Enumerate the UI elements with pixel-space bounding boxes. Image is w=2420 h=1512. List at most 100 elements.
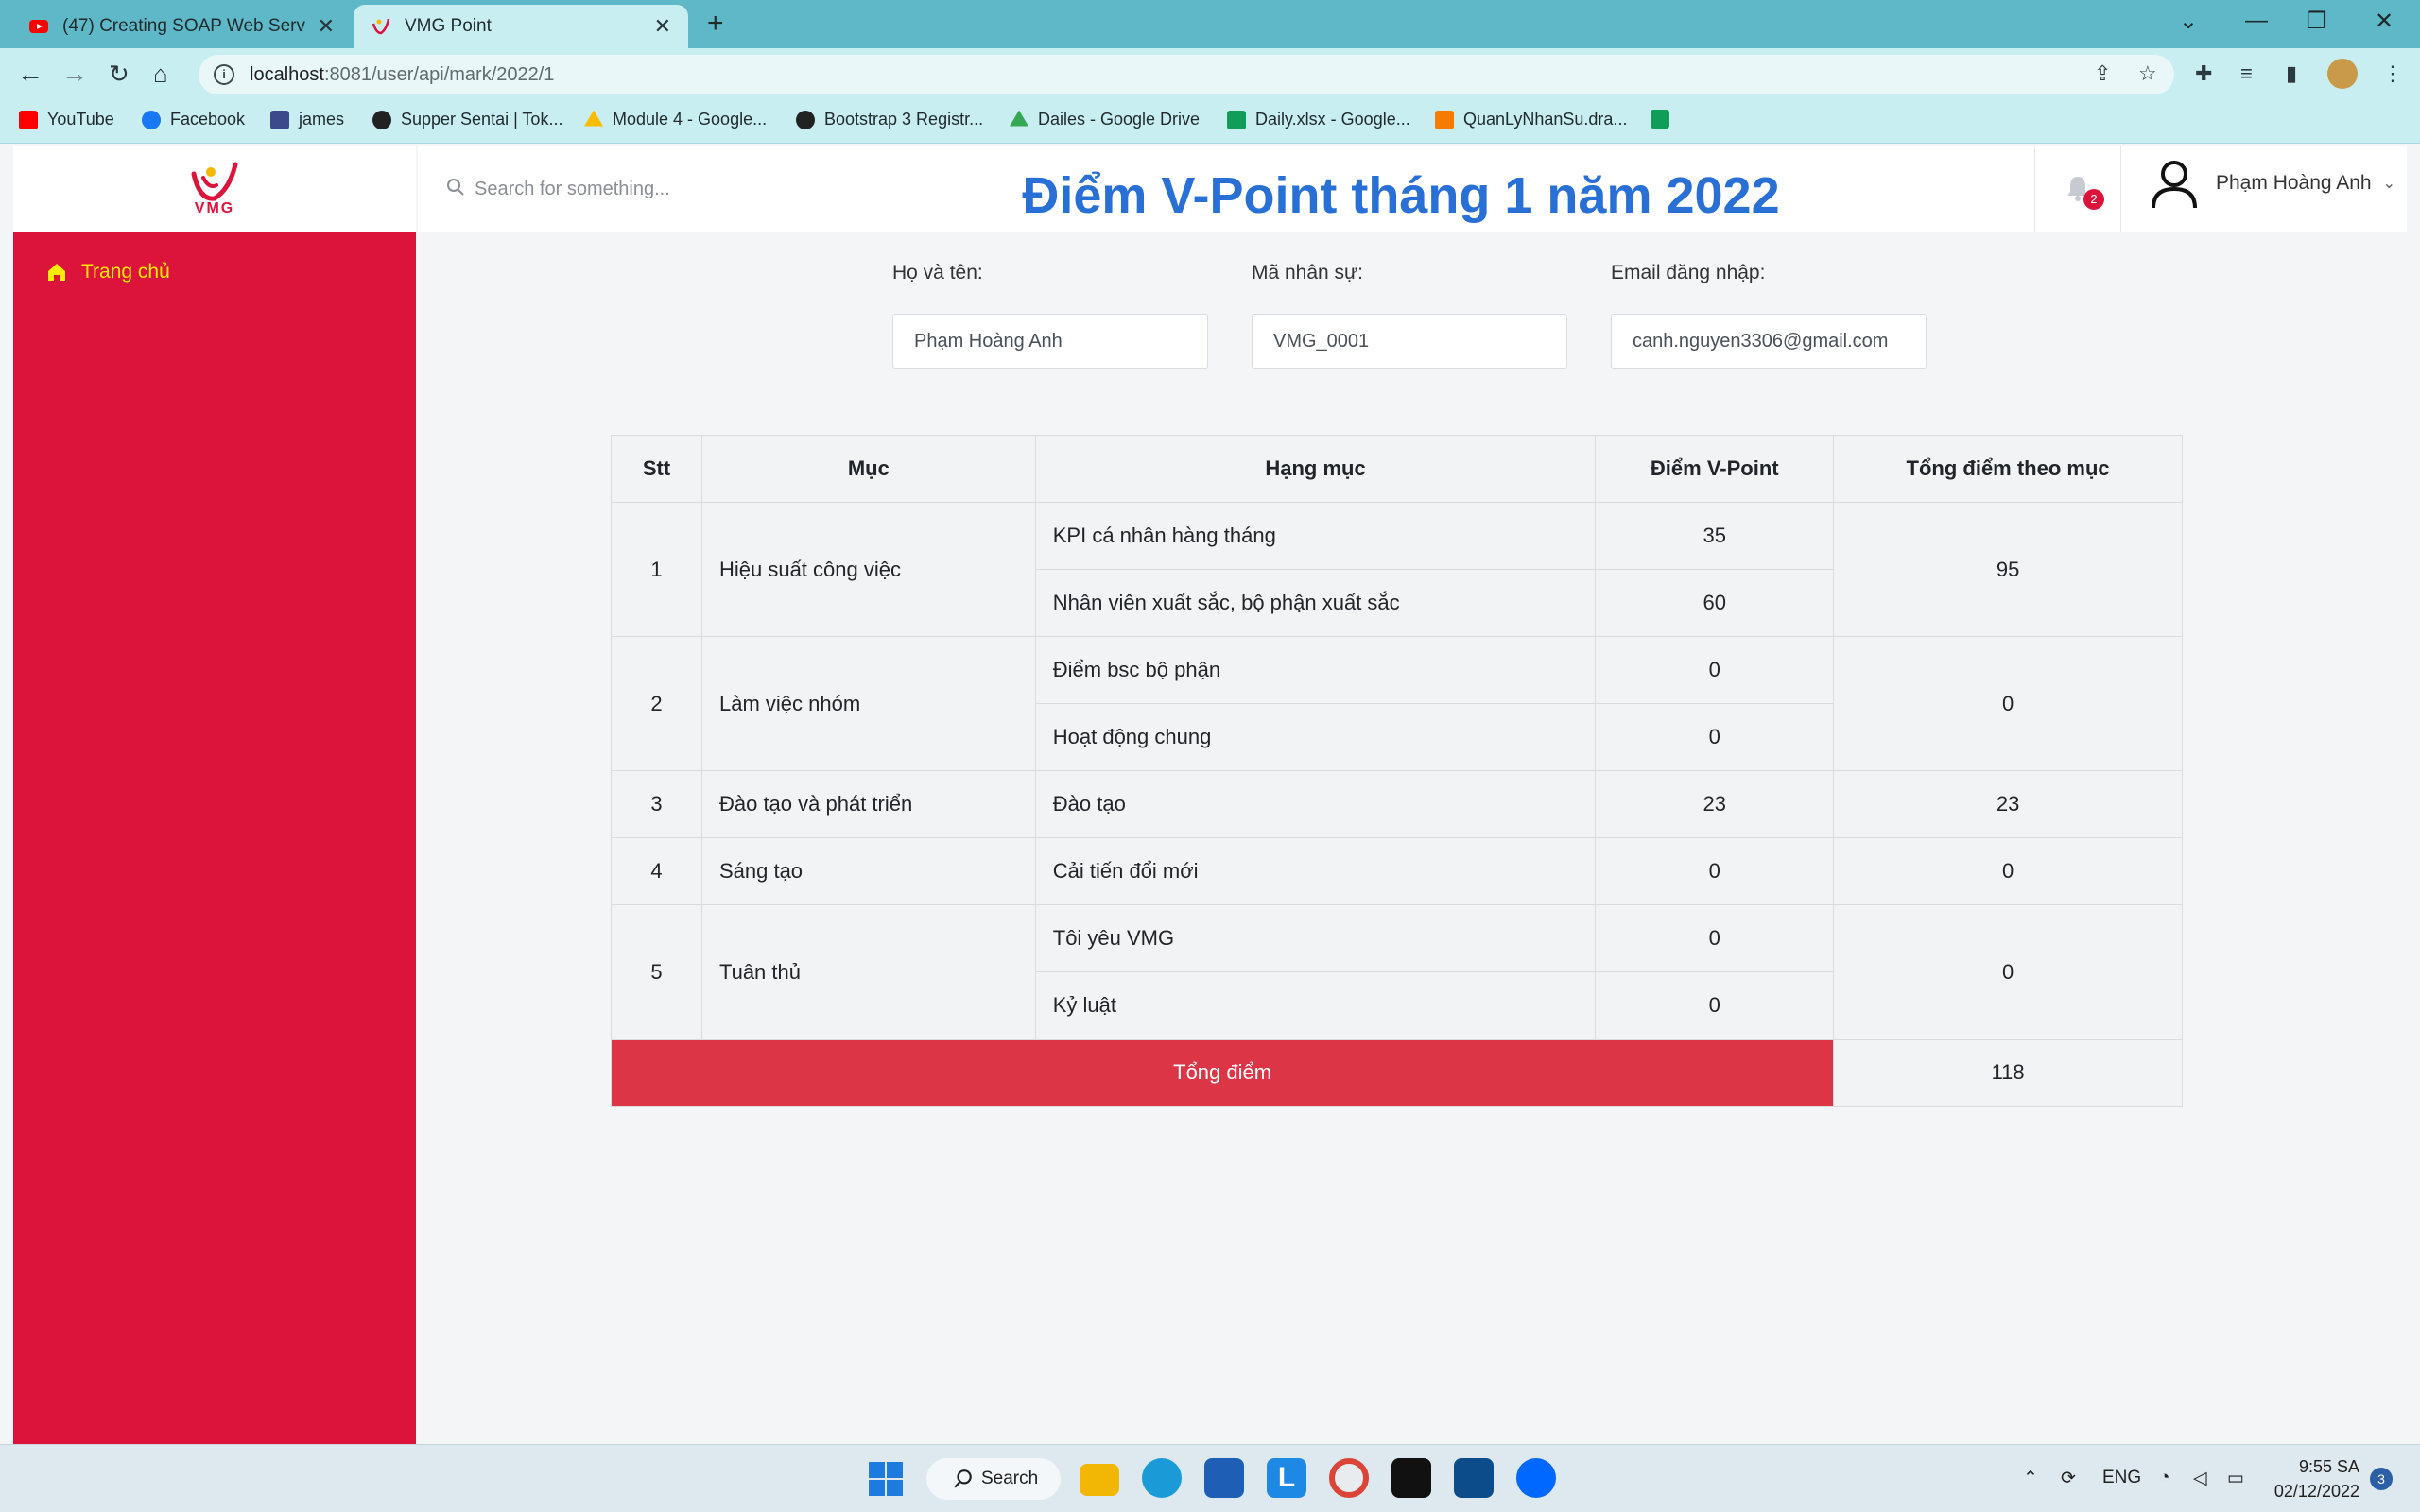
bookmark-quanlynhansu[interactable]: QuanLyNhanSu.dra... — [1435, 110, 1627, 129]
cell-hang-muc: Tôi yêu VMG — [1034, 904, 1597, 972]
site-info-icon[interactable]: i — [214, 64, 234, 85]
tab-title: (47) Creating SOAP Web Service — [62, 16, 306, 36]
bookmark-module4[interactable]: Module 4 - Google... — [584, 110, 767, 129]
table-row: 1 Hiệu suất công việc KPI cá nhân hàng t… — [611, 502, 2183, 637]
webstorm-icon[interactable] — [1454, 1458, 1494, 1498]
address-bar[interactable]: i localhost:8081/user/api/mark/2022/1 — [199, 55, 2174, 94]
vmg-logo-icon — [191, 162, 238, 201]
browser-toolbar: ← → ↻ ⌂ i localhost:8081/user/api/mark/2… — [0, 48, 2420, 101]
file-explorer-icon[interactable] — [1080, 1464, 1119, 1496]
chrome-icon[interactable] — [1329, 1458, 1369, 1498]
cell-tong-diem: 0 — [1833, 904, 2183, 1040]
email-field[interactable]: canh.nguyen3306@gmail.com — [1611, 314, 1927, 369]
globe-icon — [372, 110, 391, 129]
bookmark-sheets[interactable] — [1651, 110, 1679, 129]
sidebar-item-home[interactable]: Trang chủ — [45, 261, 170, 284]
bookmark-star-icon[interactable]: ☆ — [2138, 61, 2157, 86]
cell-hang-muc: Hoạt động chung — [1034, 703, 1597, 771]
close-window-icon[interactable]: ✕ — [2375, 8, 2394, 35]
intellij-icon[interactable] — [1392, 1458, 1431, 1498]
sidebar: VMG Trang chủ — [13, 146, 416, 1444]
close-tab-icon[interactable]: ✕ — [654, 14, 671, 39]
taskbar-search[interactable]: Search — [926, 1458, 1061, 1500]
cell-muc: Sáng tạo — [700, 837, 1036, 905]
reload-icon[interactable]: ↻ — [109, 58, 130, 90]
header-muc: Mục — [700, 435, 1036, 503]
bookmark-youtube[interactable]: YouTube — [19, 110, 114, 129]
menu-icon[interactable]: ⋮ — [2382, 61, 2403, 86]
tab-youtube[interactable]: (47) Creating SOAP Web Service ✕ — [11, 5, 352, 48]
header-hang-muc: Hạng mục — [1034, 435, 1597, 503]
table-row: 3 Đào tạo và phát triển Đào tạo 23 23 — [611, 770, 2183, 838]
tab-search-icon[interactable]: ⌄ — [2179, 8, 2198, 35]
home-icon — [48, 264, 65, 281]
vmg-logo[interactable]: VMG — [13, 146, 416, 232]
name-label: Họ và tên: — [892, 262, 983, 284]
name-field[interactable]: Phạm Hoàng Anh — [892, 314, 1208, 369]
windows-taskbar: Search L ⌃ ⟳ ENG ◔ ◁ ▭ 9:55 SA 02/12/202… — [0, 1444, 2420, 1512]
zalo-icon[interactable] — [1516, 1458, 1556, 1498]
sidebar-item-label: Trang chủ — [81, 261, 170, 283]
codepen-icon — [796, 110, 815, 129]
bookmarks-bar: YouTube Facebook james Supper Sentai | T… — [0, 101, 2420, 144]
cell-diem: 0 — [1595, 837, 1835, 905]
cell-stt: 3 — [611, 770, 702, 838]
table-header-row: Stt Mục Hạng mục Điểm V-Point Tổng điểm … — [611, 435, 2183, 503]
l-app-icon[interactable]: L — [1267, 1458, 1306, 1498]
facebook-icon — [142, 110, 161, 129]
sheets-icon — [1651, 110, 1669, 129]
store-icon[interactable] — [1204, 1458, 1244, 1498]
vpoint-table: Stt Mục Hạng mục Điểm V-Point Tổng điểm … — [610, 435, 2183, 1107]
edge-icon[interactable] — [1142, 1458, 1182, 1498]
cell-stt: 1 — [611, 502, 702, 637]
cell-stt: 5 — [611, 904, 702, 1040]
vmg-logo-icon — [372, 18, 390, 35]
cell-diem: 0 — [1595, 636, 1835, 704]
bookmark-supper-sentai[interactable]: Supper Sentai | Tok... — [372, 110, 562, 129]
google-drive-icon — [1010, 110, 1028, 127]
staff-id-field[interactable]: VMG_0001 — [1252, 314, 1567, 369]
total-value: 118 — [1833, 1039, 2183, 1107]
battery-icon[interactable]: ▭ — [2227, 1468, 2244, 1489]
clock[interactable]: 9:55 SA 02/12/2022 — [2269, 1454, 2360, 1503]
cell-tong-diem: 23 — [1833, 770, 2183, 838]
table-row: 5 Tuân thủ Tôi yêu VMG 0 0 — [611, 904, 2183, 1040]
total-label: Tổng điểm — [610, 1039, 1835, 1107]
close-tab-icon[interactable]: ✕ — [318, 14, 335, 39]
header-tong-diem: Tổng điểm theo mục — [1833, 435, 2183, 503]
tray-overflow-icon[interactable]: ⌃ — [2023, 1468, 2038, 1489]
restore-icon[interactable]: ❐ — [2307, 8, 2327, 35]
cell-muc: Hiệu suất công việc — [700, 502, 1036, 637]
back-icon[interactable]: ← — [17, 58, 43, 90]
profile-avatar[interactable] — [2327, 59, 2358, 89]
table-row: 2 Làm việc nhóm Điểm bsc bộ phận 0 0 — [611, 636, 2183, 771]
wifi-icon[interactable]: ◔ — [2159, 1468, 2169, 1488]
new-tab-button[interactable]: + — [707, 9, 724, 38]
youtube-icon — [29, 20, 48, 33]
staff-id-label: Mã nhân sự: — [1252, 262, 1363, 284]
bookmark-james[interactable]: james — [270, 110, 344, 129]
windows-start-icon[interactable] — [868, 1461, 904, 1497]
sync-icon[interactable]: ⟳ — [2061, 1468, 2076, 1489]
side-panel-icon[interactable]: ▮ — [2286, 61, 2297, 86]
page-title: Điểm V-Point tháng 1 năm 2022 — [1022, 167, 1780, 224]
forward-icon[interactable]: → — [61, 58, 88, 90]
tab-vmg-point[interactable]: VMG Point ✕ — [354, 5, 688, 48]
bookmark-daily-xlsx[interactable]: Daily.xlsx - Google... — [1227, 110, 1410, 129]
cell-hang-muc: Điểm bsc bộ phận — [1034, 636, 1597, 704]
email-label: Email đăng nhập: — [1611, 262, 1766, 284]
bookmark-facebook[interactable]: Facebook — [142, 110, 245, 129]
share-icon[interactable]: ⇪ — [2094, 61, 2111, 86]
bookmark-dailes[interactable]: Dailes - Google Drive — [1010, 110, 1200, 129]
extensions-icon[interactable]: ✚ — [2195, 61, 2212, 86]
media-icon[interactable]: ≡ — [2240, 61, 2253, 86]
language-indicator[interactable]: ENG — [2102, 1468, 2141, 1488]
bookmark-bootstrap[interactable]: Bootstrap 3 Registr... — [796, 110, 983, 129]
volume-icon[interactable]: ◁ — [2193, 1468, 2207, 1489]
minimize-icon[interactable]: — — [2245, 8, 2268, 34]
notification-center-badge[interactable]: 3 — [2370, 1468, 2393, 1490]
home-icon[interactable]: ⌂ — [153, 58, 168, 90]
drawio-icon — [1435, 110, 1454, 129]
tab-title: VMG Point — [405, 16, 492, 36]
sheets-icon — [1227, 110, 1246, 129]
